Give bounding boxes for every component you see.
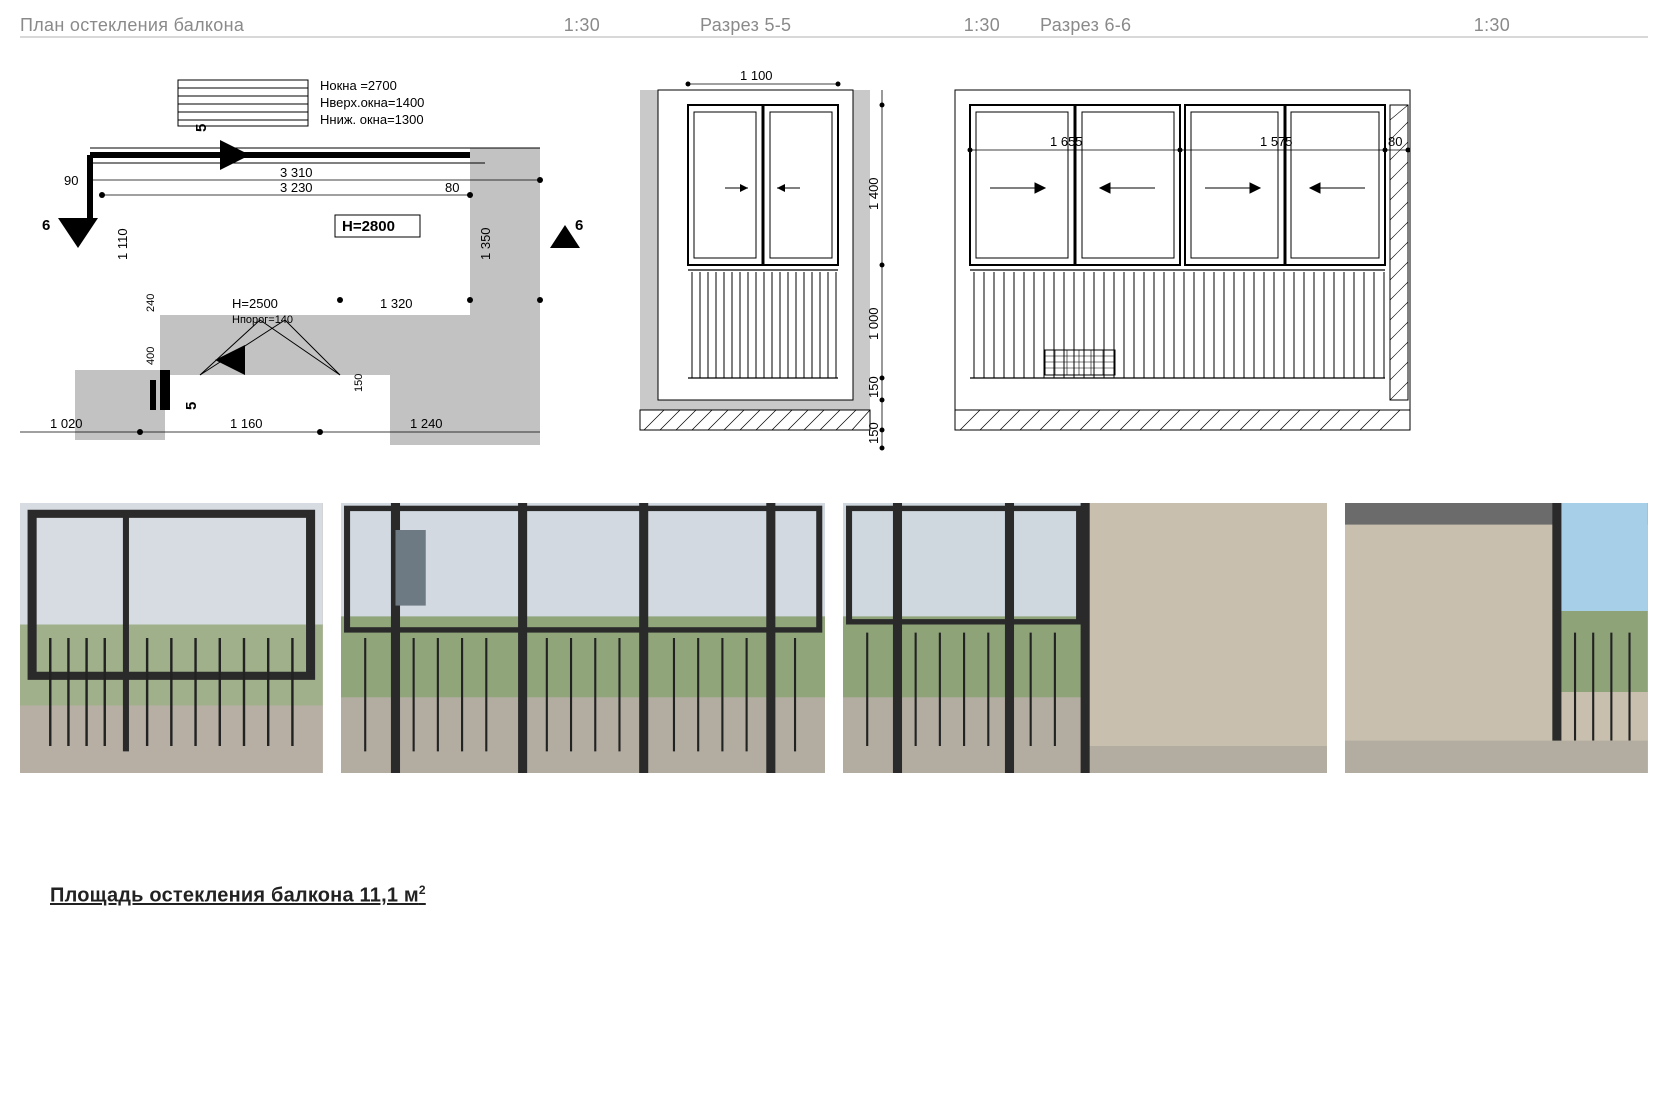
s6-80: 80: [1388, 134, 1402, 149]
s5-1000: 1 000: [866, 307, 881, 340]
s6-1575: 1 575: [1260, 134, 1293, 149]
h-okna: Hокна =2700: [320, 78, 397, 93]
h-2800: H=2800: [342, 218, 395, 235]
mark6-right: 6: [575, 217, 583, 234]
h-porog: Hпорог=140: [232, 314, 293, 326]
dim-1350: 1 350: [478, 227, 493, 260]
plan-scale: 1:30: [564, 15, 600, 36]
mark5-top: 5: [193, 124, 210, 132]
h-2500: H=2500: [232, 296, 278, 311]
section-5-5: text{font-family:Arial;font-size:13px}.d…: [630, 60, 920, 460]
dim-400: 400: [145, 347, 157, 365]
dim-1020: 1 020: [50, 416, 83, 431]
glazing-area-label: Площадь остекления балкона 11,1 м2: [50, 883, 426, 908]
s5-1400: 1 400: [866, 177, 881, 210]
section-6-6: text{font-family:Arial;font-size:13px}.f…: [950, 60, 1430, 460]
dim-150: 150: [353, 374, 365, 392]
sec6-title: Разрез 6-6: [1040, 15, 1131, 36]
s5-150a: 150: [866, 376, 881, 398]
s6-1655: 1 655: [1050, 134, 1083, 149]
dim-90: 90: [64, 173, 78, 188]
photo-1: [20, 503, 323, 773]
photo-strip: [20, 503, 1648, 773]
dim-1320: 1 320: [380, 296, 413, 311]
mark6-left: 6: [42, 217, 50, 234]
dim-3230: 3 230: [280, 180, 313, 195]
dim-1110: 1 110: [115, 228, 130, 260]
drawing-headers: План остекления балкона 1:30 Разрез 5-5 1:…: [20, 0, 1648, 38]
sec6-scale: 1:30: [1474, 15, 1510, 36]
sec5-scale: 1:30: [964, 15, 1000, 36]
s5-150b: 150: [866, 422, 881, 444]
photo-3: [843, 503, 1327, 773]
dim-80: 80: [445, 180, 459, 195]
photo-4: [1345, 503, 1648, 773]
h-verh: Hверх.окна=1400: [320, 95, 424, 110]
dim-1240: 1 240: [410, 416, 443, 431]
sec5-title: Разрез 5-5: [700, 15, 791, 36]
mark5-bot: 5: [183, 402, 200, 410]
plan-title: План остекления балкона: [20, 15, 244, 36]
dim-240: 240: [145, 294, 157, 312]
s5-1100: 1 100: [740, 68, 773, 83]
dim-1160: 1 160: [230, 416, 263, 431]
dim-3310: 3 310: [280, 165, 313, 180]
plan-drawing: .wall{fill:#c2c2c2} .thin{stroke:#000;st…: [20, 60, 600, 460]
h-nizh: Hниж. окна=1300: [320, 112, 424, 127]
photo-2: [341, 503, 825, 773]
